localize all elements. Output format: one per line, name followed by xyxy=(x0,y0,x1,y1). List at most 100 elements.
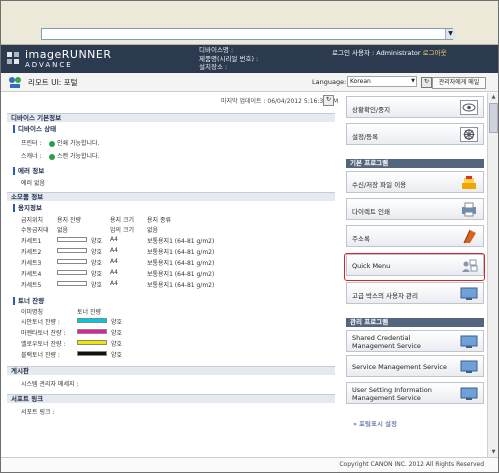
paper-col-source: 급지위치 xyxy=(21,217,44,224)
paper-type: 보통용지1 (64-81 g/m2) xyxy=(147,282,215,289)
toner-name: 마젠타토너 잔량 : xyxy=(21,330,66,337)
status-monitor-button[interactable]: 상황확인/중지 xyxy=(346,96,484,118)
monitor-icon xyxy=(460,387,478,400)
device-status-header: 디바이스 상태 xyxy=(13,125,56,133)
status-ok-icon xyxy=(49,153,55,160)
toner-level-bar xyxy=(77,351,107,356)
user-setting-info-button[interactable]: User Setting Information Management Serv… xyxy=(346,382,484,404)
login-info: 로그인 사용자 : Administrator 로그아웃 xyxy=(332,47,447,57)
paper-size: A4 xyxy=(110,236,118,243)
mail-admin-button[interactable]: 관리자에게 메일 xyxy=(432,77,486,89)
portal-display-settings-link[interactable]: » 포털표시 설정 xyxy=(353,418,397,428)
scroll-down-icon[interactable]: ▼ xyxy=(489,448,498,457)
paper-level-text: 양호 xyxy=(91,249,103,256)
paper-level-text: 양호 xyxy=(91,260,103,267)
storage-box-icon xyxy=(462,176,476,189)
monitor-icon xyxy=(460,360,478,373)
language-apply-button[interactable]: ↻ xyxy=(421,77,432,88)
printer-status: 인쇄 가능합니다. xyxy=(49,138,99,147)
receive-store-files-button[interactable]: 수신/저장 파일 이용 xyxy=(346,171,484,193)
address-input[interactable] xyxy=(41,28,453,40)
message-board-header: 게시판 xyxy=(7,366,335,375)
language-select[interactable]: Korean ▼ xyxy=(347,76,417,87)
toner-col-level: 토너 잔량 xyxy=(77,309,101,316)
toner-name: 옐로우토너 잔량 : xyxy=(21,341,66,348)
toner-name: 블랙토너 잔량 : xyxy=(21,352,60,359)
device-name-label: 디바이스명 : xyxy=(199,46,234,54)
paper-level-fill xyxy=(58,282,86,285)
vertical-scrollbar[interactable]: ▲ ▼ xyxy=(487,93,498,457)
address-book-button[interactable]: 주소록 xyxy=(346,225,484,247)
scroll-up-icon[interactable]: ▲ xyxy=(489,93,498,102)
toner-level-fill xyxy=(78,341,106,344)
support-link-header: 서포트 링크 xyxy=(7,394,335,403)
toner-level-fill xyxy=(78,352,106,355)
toner-level-fill xyxy=(78,319,106,322)
direct-print-button[interactable]: 다이렉트 인쇄 xyxy=(346,198,484,220)
paper-level-text: 양호 xyxy=(91,271,103,278)
paper-col-size: 용지 크기 xyxy=(110,217,134,224)
paper-type: 보통용지1 (64-81 g/m2) xyxy=(147,249,215,256)
paper-type: 보통용지1 (64-81 g/m2) xyxy=(147,238,215,245)
paper-level-text: 양호 xyxy=(91,282,103,289)
app-header: imageRUNNER ADVANCE 디바이스명 : 제품명(시리얼 번호) … xyxy=(1,45,498,73)
toner-name: 시안토너 잔량 : xyxy=(21,319,60,326)
settings-button[interactable]: 설정/등록 xyxy=(346,123,484,145)
paper-level-fill xyxy=(58,260,86,263)
shared-credential-button[interactable]: Shared Credential Management Service xyxy=(346,330,484,352)
toner-header: 토너 잔량 xyxy=(13,297,44,305)
address-book-icon xyxy=(463,229,476,244)
paper-level-bar xyxy=(57,248,87,253)
device-info-panel: 마지막 업데이트 : 06/04/2012 5:16:37 AM ↻ 디바이스 … xyxy=(7,95,338,456)
toner-level-bar xyxy=(77,329,107,334)
printer-icon xyxy=(462,202,476,217)
gear-icon xyxy=(460,127,478,142)
service-management-button[interactable]: Service Management Service xyxy=(346,355,484,377)
toner-status: 양호 xyxy=(111,330,123,337)
product-logo-line2: ADVANCE xyxy=(25,61,73,69)
paper-type: 보통용지1 (64-81 g/m2) xyxy=(147,271,215,278)
paper-size: A4 xyxy=(110,247,118,254)
logout-button[interactable]: 로그아웃 xyxy=(423,49,447,57)
address-dropdown-button[interactable]: ▼ xyxy=(445,29,455,39)
browser-window: ▼ imageRUNNER ADVANCE 디바이스명 : 제품명(시리얼 번호… xyxy=(0,0,499,473)
page-title: 리모트 UI: 포털 xyxy=(28,78,78,87)
toner-level-fill xyxy=(78,330,106,333)
paper-level-fill xyxy=(58,238,86,241)
advanced-box-user-mgmt-button[interactable]: 고급 박스의 사용자 관리 xyxy=(346,282,484,304)
refresh-button[interactable]: ↻ xyxy=(323,95,334,106)
basic-programs-header: 기본 프로그램 xyxy=(346,159,484,168)
admin-message-label: 시스템 관리자 메세지 : xyxy=(21,381,79,388)
paper-level-bar xyxy=(57,270,87,275)
paper-size: A4 xyxy=(110,269,118,276)
paper-source: 카세트5 xyxy=(21,282,42,289)
scroll-thumb[interactable] xyxy=(489,103,498,133)
chevron-down-icon: ▼ xyxy=(411,78,415,84)
paper-type: 보통용지1 (64-81 g/m2) xyxy=(147,260,215,267)
management-programs-header: 관리 프로그램 xyxy=(346,318,484,327)
toner-status: 양호 xyxy=(111,352,123,359)
device-info: 디바이스명 : 제품명(시리얼 번호) : 설치장소 : xyxy=(199,46,258,72)
support-link-label: 서포트 링크 : xyxy=(21,409,55,416)
paper-source: 카세트3 xyxy=(21,260,42,267)
toner-status: 양호 xyxy=(111,319,123,326)
toner-status: 양호 xyxy=(111,341,123,348)
paper-level-text: 없음 xyxy=(57,227,69,234)
paper-col-level: 용지 잔량 xyxy=(57,217,81,224)
scanner-label: 스캐너 : xyxy=(21,153,42,160)
footer: Copyright CANON INC. 2012 All Rights Res… xyxy=(1,457,498,472)
paper-source: 카세트4 xyxy=(21,271,42,278)
toner-col-name: 이미명칭 xyxy=(21,309,44,316)
paper-level-bar xyxy=(57,237,87,242)
eye-icon xyxy=(460,100,478,115)
paper-size: A4 xyxy=(110,258,118,265)
paper-level-fill xyxy=(58,249,86,252)
product-name-label: 제품명(시리얼 번호) : xyxy=(199,54,259,63)
copyright-text: Copyright CANON INC. 2012 All Rights Res… xyxy=(339,461,484,468)
login-user-label: 로그인 사용자 : Administrator xyxy=(332,49,421,57)
paper-source: 카세트1 xyxy=(21,238,42,245)
paper-level-text: 양호 xyxy=(91,238,103,245)
toner-level-bar xyxy=(77,340,107,345)
paper-level-bar xyxy=(57,259,87,264)
portal-home-icon xyxy=(9,77,21,88)
